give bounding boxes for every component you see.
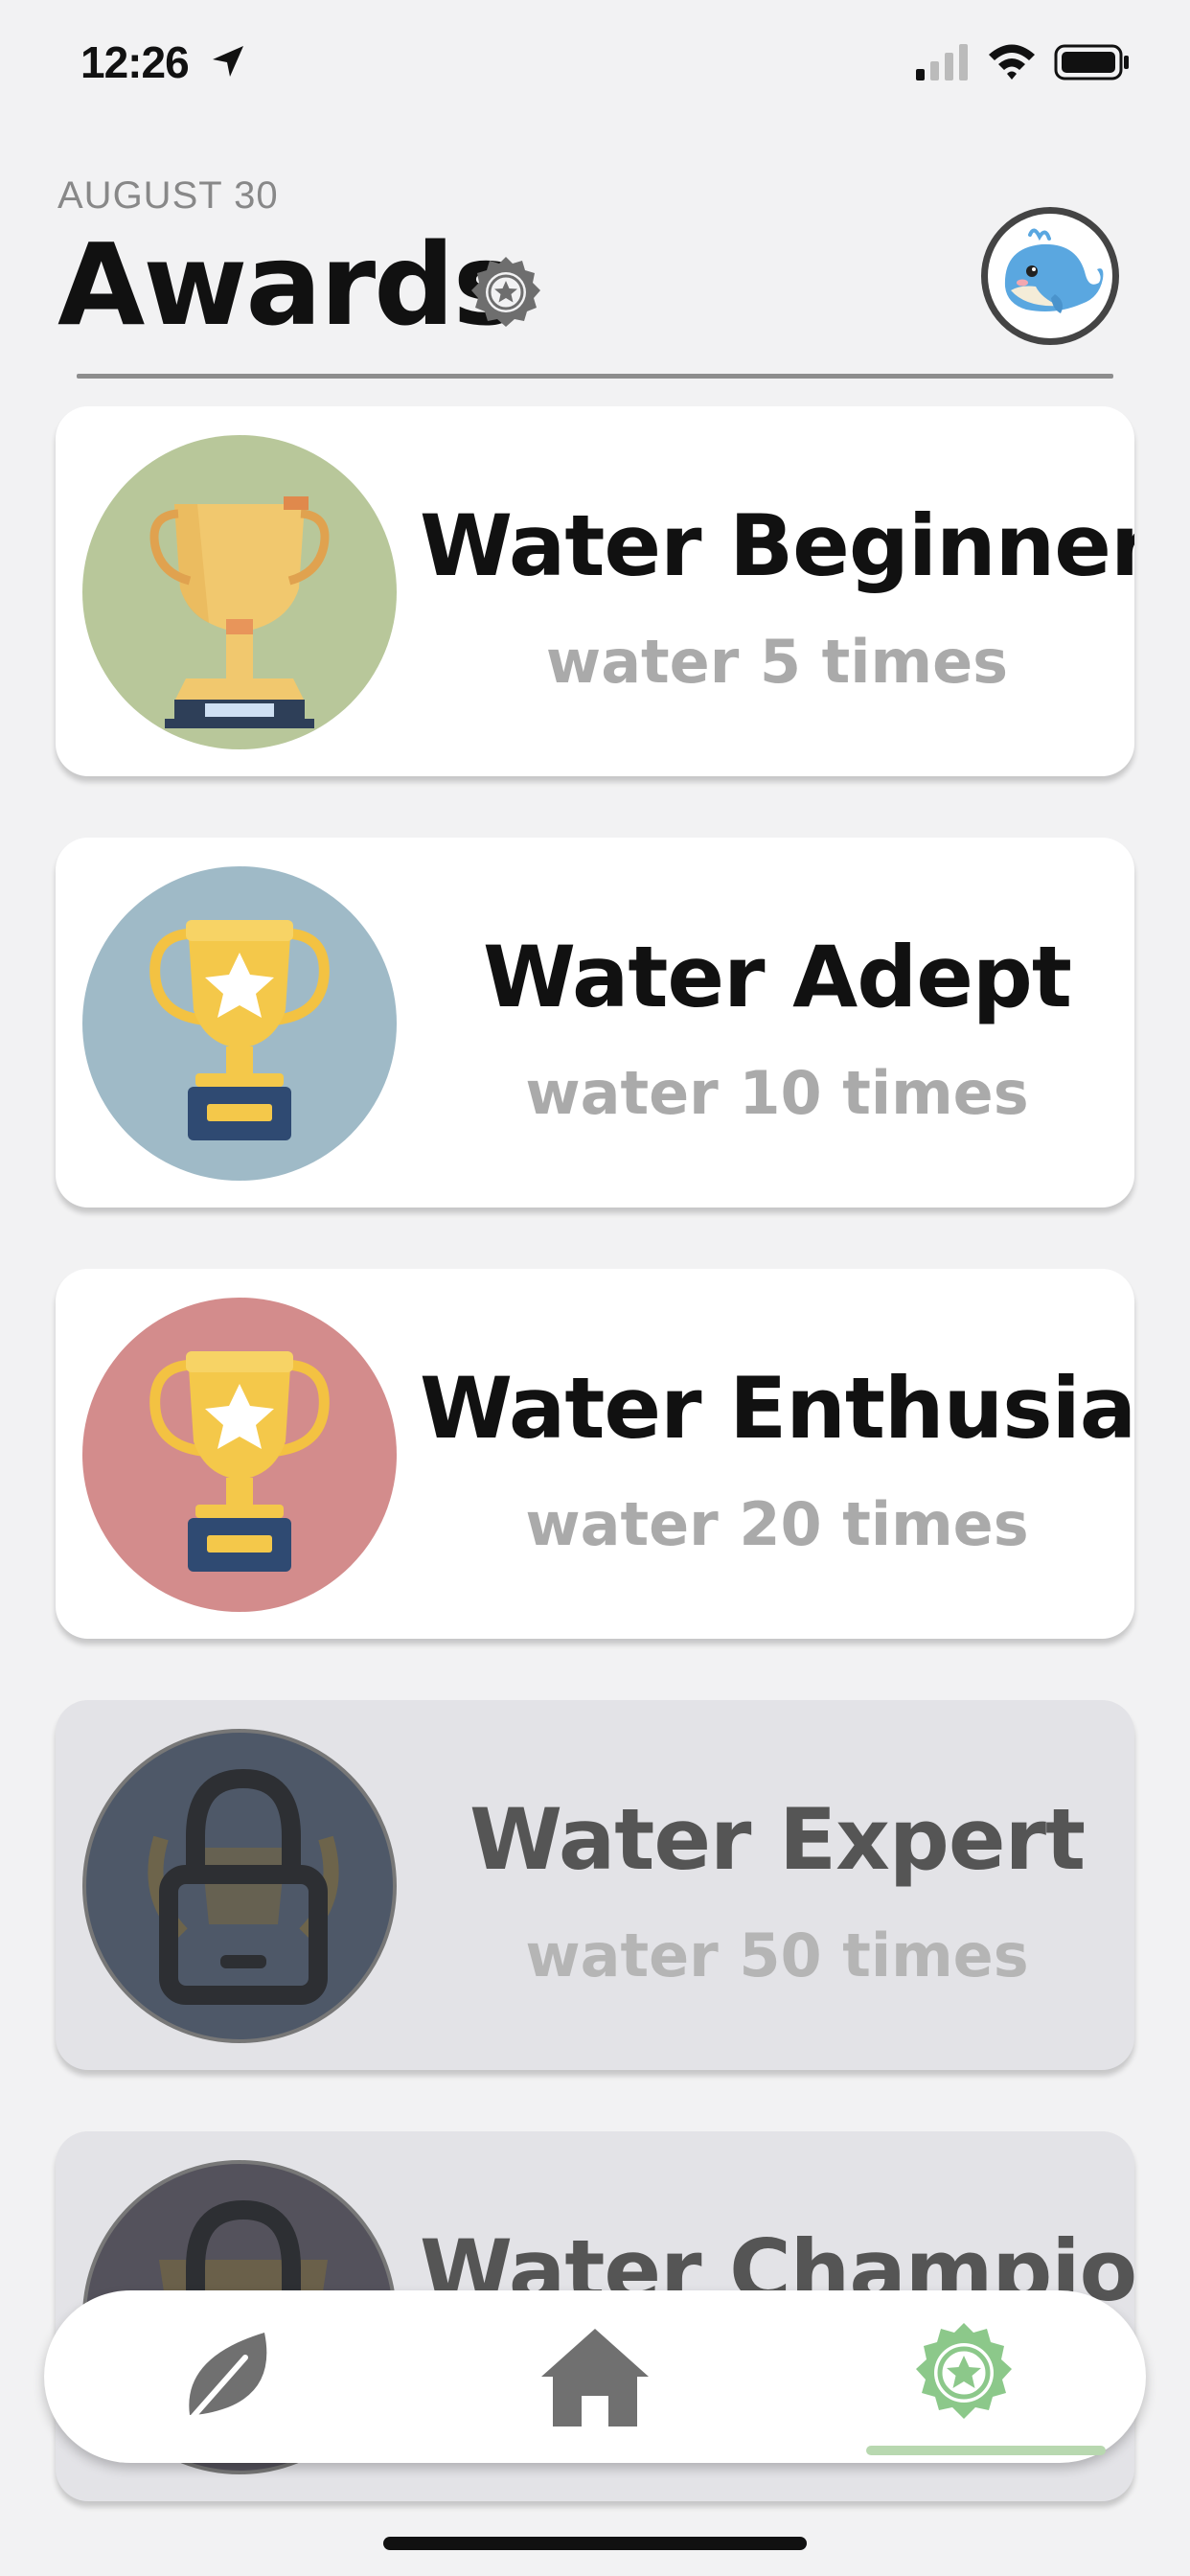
home-icon (541, 2329, 649, 2426)
location-arrow-icon (213, 46, 243, 77)
award-title: Water Adept (483, 928, 1072, 1026)
award-card-water-adept[interactable]: Water Adept water 10 times (56, 838, 1134, 1208)
header-date: AUGUST 30 (57, 174, 279, 217)
award-badge-icon (471, 257, 540, 327)
status-bar: 12:26 (0, 0, 1190, 134)
status-time: 12:26 (80, 37, 190, 87)
award-title: Water Beginner (420, 496, 1134, 595)
award-badge-icon (916, 2323, 1012, 2419)
tab-garden[interactable] (169, 2319, 284, 2434)
award-card-water-beginner[interactable]: Water Beginner water 5 times (56, 406, 1134, 776)
award-title: Water Enthusiast (420, 1359, 1134, 1458)
star-trophy-icon (149, 920, 330, 1140)
selected-tab-indicator (866, 2446, 1106, 2455)
star-trophy-icon (149, 1351, 330, 1572)
whale-icon (1004, 228, 1104, 313)
award-title: Water Expert (469, 1790, 1086, 1889)
tab-bar (44, 2290, 1146, 2463)
award-requirement: water 50 times (525, 1920, 1029, 1990)
lock-icon (148, 1768, 339, 2005)
cellular-signal-icon (916, 44, 968, 80)
award-requirement: water 20 times (525, 1489, 1029, 1559)
page-title: Awards (57, 218, 520, 351)
award-icon-circle (82, 1298, 397, 1612)
battery-icon (1054, 44, 1129, 80)
profile-avatar[interactable] (981, 207, 1119, 345)
tab-home[interactable] (538, 2319, 652, 2434)
award-card-water-enthusiast[interactable]: Water Enthusiast water 20 times (56, 1269, 1134, 1639)
leaf-icon (185, 2333, 267, 2426)
award-requirement: water 10 times (525, 1058, 1029, 1128)
award-icon-circle (82, 1729, 397, 2043)
wifi-icon (989, 44, 1035, 80)
trophy-icon (149, 496, 330, 728)
award-requirement: water 5 times (545, 627, 1009, 697)
home-indicator (383, 2537, 807, 2550)
header-divider (77, 374, 1113, 379)
award-icon-circle (82, 435, 397, 749)
award-card-water-expert[interactable]: Water Expert water 50 times (56, 1700, 1134, 2070)
award-icon-circle (82, 866, 397, 1181)
tab-awards[interactable] (906, 2319, 1021, 2434)
